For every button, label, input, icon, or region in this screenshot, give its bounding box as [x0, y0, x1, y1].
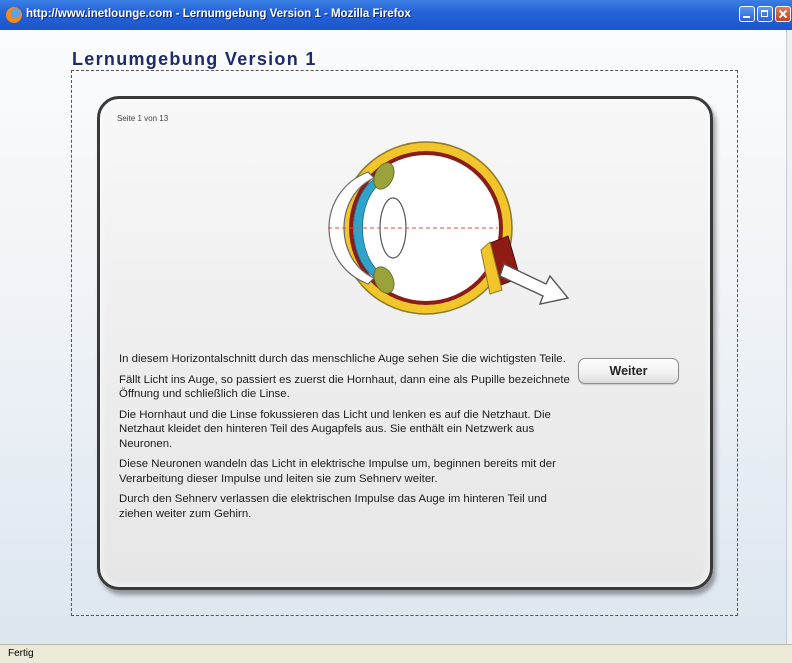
firefox-icon [6, 7, 22, 23]
minimize-button[interactable] [739, 6, 755, 22]
scrollbar[interactable] [786, 30, 792, 644]
paragraph: Diese Neuronen wandeln das Licht in elek… [119, 458, 556, 485]
browser-viewport: Lernumgebung Version 1 Seite 1 von 13 In… [0, 30, 792, 644]
status-text: Fertig [8, 648, 34, 659]
arrow-icon [499, 263, 570, 305]
lesson-card: Seite 1 von 13 In diesem Horizontalschni… [97, 96, 713, 590]
paragraph: Fällt Licht ins Auge, so passiert es zue… [119, 373, 570, 401]
close-button[interactable] [775, 6, 791, 22]
paragraph: Die Hornhaut und die Linse fokussieren d… [119, 408, 551, 450]
lesson-text: In diesem Horizontalschnitt durch das me… [119, 352, 579, 527]
status-bar: Fertig [0, 644, 792, 663]
window-titlebar: http://www.inetlounge.com - Lernumgebung… [0, 0, 792, 31]
next-button[interactable]: Weiter [578, 358, 679, 384]
eye-diagram [328, 141, 570, 315]
paragraph: In diesem Horizontalschnitt durch das me… [119, 353, 566, 365]
maximize-button[interactable] [757, 6, 773, 22]
page-counter: Seite 1 von 13 [117, 114, 169, 123]
page-title: Lernumgebung Version 1 [72, 49, 317, 69]
paragraph: Durch den Sehnerv verlassen die elektris… [119, 493, 547, 520]
window-title: http://www.inetlounge.com - Lernumgebung… [26, 8, 411, 20]
